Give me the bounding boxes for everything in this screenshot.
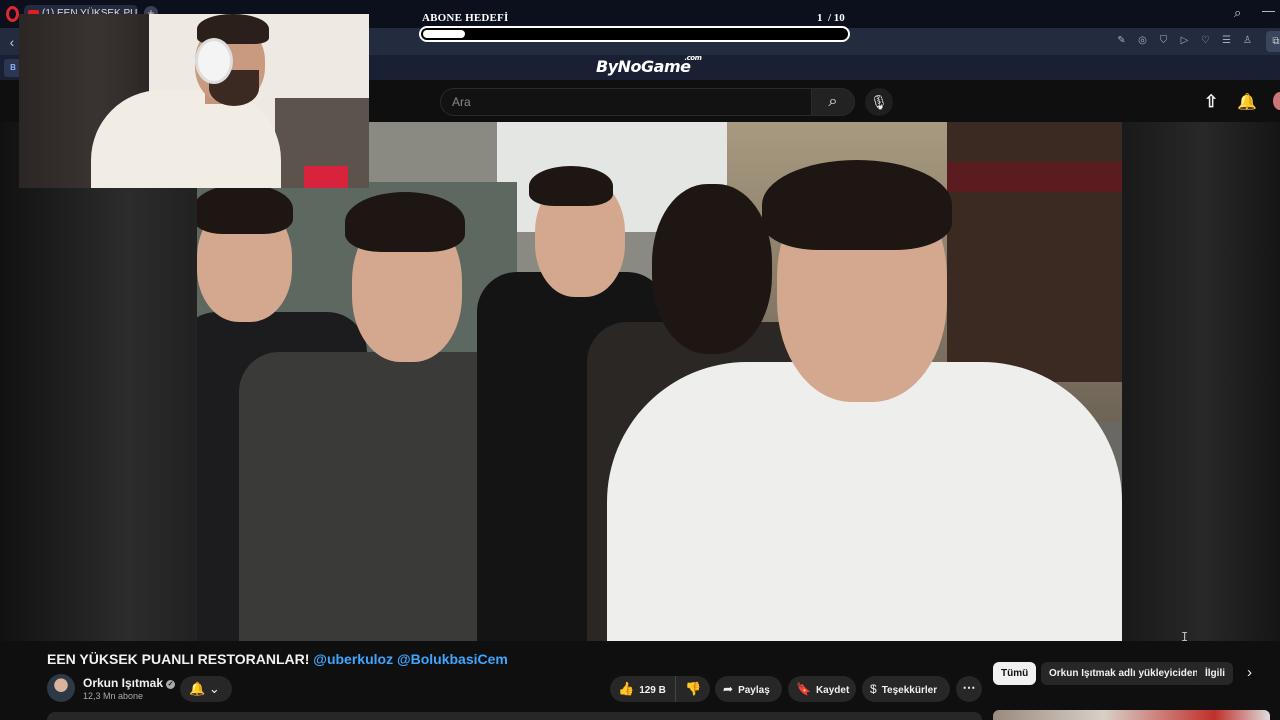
dislike-button[interactable]: 👎 (677, 676, 710, 702)
bell-icon[interactable]: 🔔 (1237, 92, 1257, 112)
chip-related[interactable]: İlgili (1197, 662, 1233, 685)
webcam-overlay (19, 14, 369, 188)
goal-progress-fill (423, 30, 466, 38)
thanks-icon: $ (870, 682, 877, 696)
subscriber-count: 12,3 Mn abone (83, 691, 144, 701)
minimize-icon[interactable]: — (1262, 3, 1275, 18)
goal-label: ABONE HEDEFİ (422, 12, 509, 24)
video-title-text: EEN YÜKSEK PUANLI RESTORANLAR! (47, 651, 310, 667)
thanks-button[interactable]: $ Teşekkürler (862, 676, 950, 702)
goal-count: 1 / 10 (817, 12, 845, 24)
headphone-icon (195, 38, 233, 84)
share-icon: ➦ (723, 682, 734, 696)
share-button[interactable]: ➦ Paylaş (715, 676, 782, 702)
video-title: EEN YÜKSEK PUANLI RESTORANLAR! @uberkulo… (47, 651, 508, 667)
goal-progress-bar (419, 26, 850, 42)
chevron-right-icon[interactable]: › (1247, 664, 1252, 681)
chip-uploader[interactable]: Orkun Işıtmak adlı yükleyiciden (1041, 662, 1207, 685)
opera-logo-icon[interactable] (6, 6, 19, 22)
video-title-mentions[interactable]: @uberkuloz @BolukbasiCem (313, 651, 508, 667)
thumbs-up-icon: 👍 (618, 681, 635, 696)
chip-all[interactable]: Tümü (993, 662, 1037, 685)
avatar[interactable] (1273, 92, 1280, 110)
bookmark-icon: 🔖 (796, 682, 811, 696)
address-bar-icons: ✎ ◎ ⛉ ▷ ♡ ☰ ♙ (1114, 33, 1255, 49)
verified-icon: ✓ (166, 680, 176, 689)
edit-icon[interactable]: ✎ (1114, 33, 1129, 49)
description-box[interactable] (47, 712, 982, 720)
menu-icon[interactable]: ☰ (1219, 33, 1234, 49)
channel-avatar[interactable] (47, 674, 75, 702)
save-button[interactable]: 🔖 Kaydet (788, 676, 856, 702)
heart-icon[interactable]: ♡ (1198, 33, 1213, 49)
search-button[interactable]: ⌕ (811, 88, 855, 116)
search-icon: ⌕ (828, 93, 838, 110)
like-button[interactable]: 👍 129 B (610, 676, 676, 702)
notification-bell-button[interactable]: 🔔 ⌄ (180, 676, 232, 702)
like-dislike-pill: 👍 129 B 👎 (610, 676, 710, 702)
camera-icon[interactable]: ◎ (1135, 33, 1150, 49)
play-icon[interactable]: ▷ (1177, 33, 1192, 49)
bell-icon: 🔔 (189, 681, 206, 696)
text-cursor-icon: I (1181, 630, 1189, 644)
microphone-icon: 🎙 (870, 94, 888, 110)
sponsor-logo: ByNoGame.com (596, 53, 702, 76)
recommended-thumbnail[interactable] (993, 710, 1270, 720)
chevron-down-icon: ⌄ (208, 681, 220, 696)
extensions-icon[interactable]: ⧉ (1266, 31, 1280, 52)
search-input[interactable]: Ara (440, 88, 812, 116)
tab-search-icon[interactable]: ⌕ (1234, 5, 1241, 21)
thumbs-down-icon: 👎 (685, 681, 702, 696)
voice-search-button[interactable]: 🎙 (865, 88, 893, 116)
more-icon[interactable]: ⋯ (956, 676, 982, 702)
video-frame[interactable] (197, 122, 1122, 641)
shield-icon[interactable]: ⛉ (1156, 33, 1171, 49)
profile-icon[interactable]: ♙ (1240, 33, 1255, 49)
channel-name[interactable]: Orkun Işıtmak ✓ (83, 676, 176, 690)
upload-icon[interactable]: ⇧ (1204, 92, 1218, 112)
